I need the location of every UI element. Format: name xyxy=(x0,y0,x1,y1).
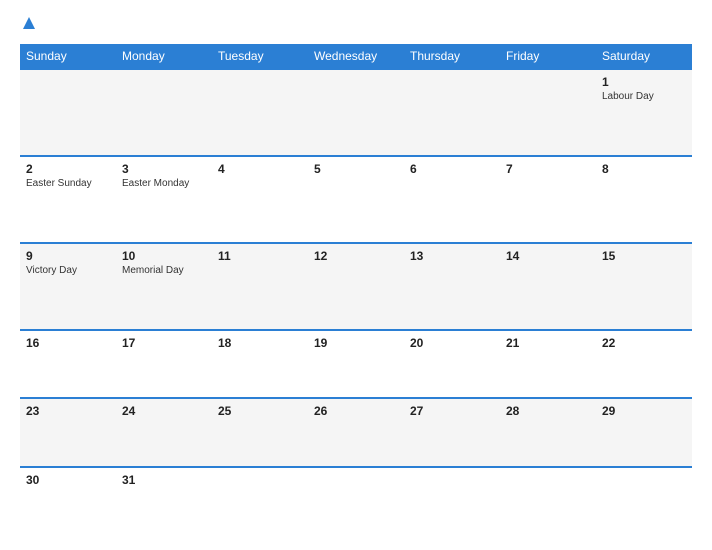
calendar-cell xyxy=(500,467,596,534)
logo-text xyxy=(20,16,36,32)
day-number: 27 xyxy=(410,404,494,418)
day-number: 2 xyxy=(26,162,110,176)
calendar-cell: 5 xyxy=(308,156,404,243)
day-number: 23 xyxy=(26,404,110,418)
calendar-cell xyxy=(596,467,692,534)
calendar-cell: 1 Labour Day xyxy=(596,69,692,156)
calendar-table: SundayMondayTuesdayWednesdayThursdayFrid… xyxy=(20,44,692,534)
day-number: 1 xyxy=(602,75,686,89)
calendar-cell: 25 xyxy=(212,398,308,467)
calendar-cell: 7 xyxy=(500,156,596,243)
weekday-header-sunday: Sunday xyxy=(20,44,116,69)
day-number: 21 xyxy=(506,336,590,350)
day-number: 22 xyxy=(602,336,686,350)
day-number: 17 xyxy=(122,336,206,350)
day-number: 11 xyxy=(218,249,302,263)
weekday-header-thursday: Thursday xyxy=(404,44,500,69)
weekday-header-row: SundayMondayTuesdayWednesdayThursdayFrid… xyxy=(20,44,692,69)
calendar-cell: 13 xyxy=(404,243,500,330)
day-number: 31 xyxy=(122,473,206,487)
day-number: 29 xyxy=(602,404,686,418)
holiday-name: Victory Day xyxy=(26,265,110,276)
calendar-cell xyxy=(308,69,404,156)
calendar-cell: 27 xyxy=(404,398,500,467)
day-number: 8 xyxy=(602,162,686,176)
calendar-cell: 6 xyxy=(404,156,500,243)
calendar-week-row: 23 24 25 26 27 28 29 xyxy=(20,398,692,467)
day-number: 30 xyxy=(26,473,110,487)
calendar-week-row: 1 Labour Day xyxy=(20,69,692,156)
calendar-cell xyxy=(500,69,596,156)
weekday-header-saturday: Saturday xyxy=(596,44,692,69)
weekday-header-friday: Friday xyxy=(500,44,596,69)
calendar-cell: 8 xyxy=(596,156,692,243)
day-number: 14 xyxy=(506,249,590,263)
calendar-week-row: 16 17 18 19 20 21 22 xyxy=(20,330,692,399)
calendar-cell: 11 xyxy=(212,243,308,330)
day-number: 10 xyxy=(122,249,206,263)
calendar-cell: 24 xyxy=(116,398,212,467)
calendar-cell: 31 xyxy=(116,467,212,534)
calendar-cell: 16 xyxy=(20,330,116,399)
calendar-cell xyxy=(116,69,212,156)
calendar-cell: 12 xyxy=(308,243,404,330)
calendar-cell: 23 xyxy=(20,398,116,467)
calendar-cell xyxy=(212,467,308,534)
calendar-week-row: 2 Easter Sunday 3 Easter Monday 45678 xyxy=(20,156,692,243)
day-number: 24 xyxy=(122,404,206,418)
calendar-cell: 10 Memorial Day xyxy=(116,243,212,330)
calendar-cell: 22 xyxy=(596,330,692,399)
day-number: 3 xyxy=(122,162,206,176)
day-number: 5 xyxy=(314,162,398,176)
day-number: 7 xyxy=(506,162,590,176)
day-number: 13 xyxy=(410,249,494,263)
calendar-cell: 2 Easter Sunday xyxy=(20,156,116,243)
calendar-cell: 14 xyxy=(500,243,596,330)
logo-flag-icon xyxy=(22,16,36,30)
calendar-cell: 19 xyxy=(308,330,404,399)
calendar-week-row: 30 31 xyxy=(20,467,692,534)
holiday-name: Labour Day xyxy=(602,91,686,102)
day-number: 12 xyxy=(314,249,398,263)
day-number: 6 xyxy=(410,162,494,176)
calendar-header xyxy=(20,16,692,32)
calendar-cell: 18 xyxy=(212,330,308,399)
calendar-week-row: 9 Victory Day 10 Memorial Day 11 12 13 14 15 xyxy=(20,243,692,330)
day-number: 16 xyxy=(26,336,110,350)
calendar-cell: 20 xyxy=(404,330,500,399)
calendar-cell: 4 xyxy=(212,156,308,243)
day-number: 19 xyxy=(314,336,398,350)
calendar-page: SundayMondayTuesdayWednesdayThursdayFrid… xyxy=(0,0,712,550)
calendar-cell xyxy=(308,467,404,534)
calendar-cell: 3 Easter Monday xyxy=(116,156,212,243)
weekday-header-tuesday: Tuesday xyxy=(212,44,308,69)
calendar-cell: 28 xyxy=(500,398,596,467)
weekday-header-monday: Monday xyxy=(116,44,212,69)
day-number: 9 xyxy=(26,249,110,263)
day-number: 28 xyxy=(506,404,590,418)
calendar-cell: 26 xyxy=(308,398,404,467)
calendar-cell xyxy=(212,69,308,156)
weekday-header-wednesday: Wednesday xyxy=(308,44,404,69)
calendar-cell xyxy=(404,69,500,156)
day-number: 26 xyxy=(314,404,398,418)
day-number: 25 xyxy=(218,404,302,418)
calendar-cell: 17 xyxy=(116,330,212,399)
day-number: 4 xyxy=(218,162,302,176)
logo xyxy=(20,16,36,32)
calendar-cell: 15 xyxy=(596,243,692,330)
calendar-cell: 29 xyxy=(596,398,692,467)
day-number: 18 xyxy=(218,336,302,350)
calendar-cell xyxy=(404,467,500,534)
calendar-cell: 21 xyxy=(500,330,596,399)
calendar-cell: 9 Victory Day xyxy=(20,243,116,330)
day-number: 15 xyxy=(602,249,686,263)
calendar-cell: 30 xyxy=(20,467,116,534)
day-number: 20 xyxy=(410,336,494,350)
holiday-name: Memorial Day xyxy=(122,265,206,276)
holiday-name: Easter Sunday xyxy=(26,178,110,189)
holiday-name: Easter Monday xyxy=(122,178,206,189)
calendar-cell xyxy=(20,69,116,156)
